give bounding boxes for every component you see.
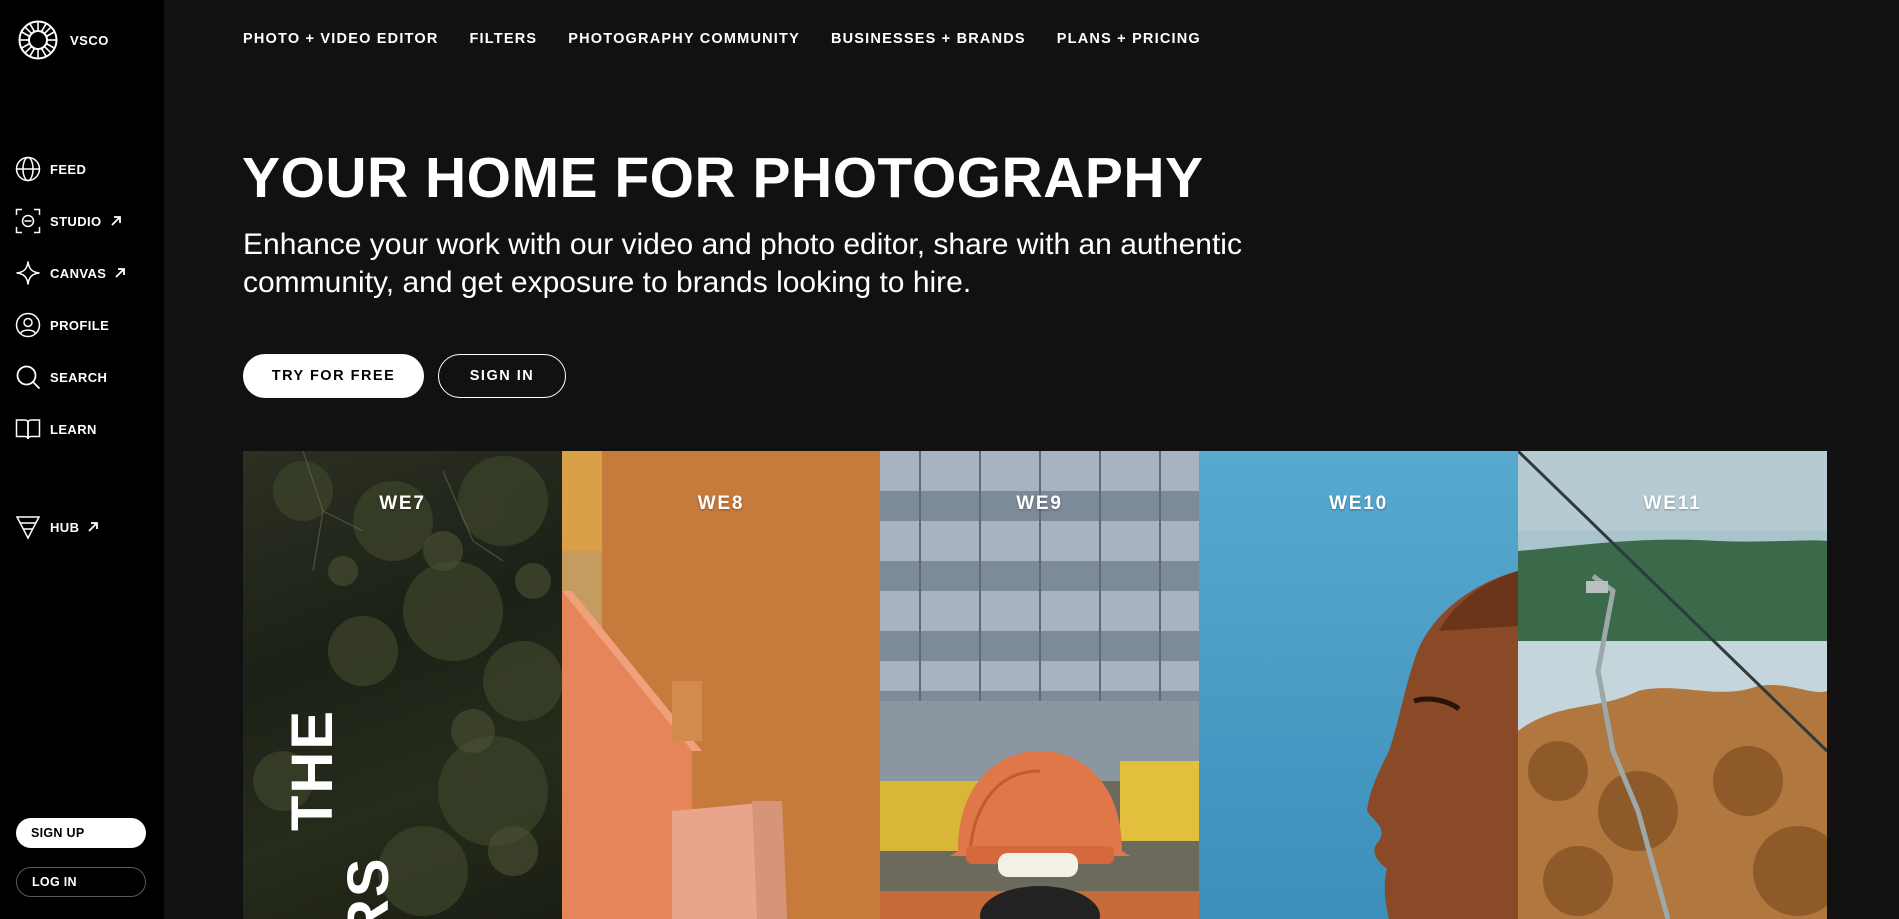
sidebar-item-label: SEARCH: [50, 369, 108, 385]
sidebar-item-label: HUB: [50, 519, 80, 535]
globe-icon: [14, 155, 42, 183]
sign-in-button[interactable]: SIGN IN: [438, 354, 566, 398]
book-icon: [14, 415, 42, 443]
search-icon: [14, 363, 42, 391]
log-in-button[interactable]: LOG IN: [16, 867, 146, 897]
gallery-panel-we9[interactable]: WE9: [880, 451, 1199, 919]
sidebar-item-studio[interactable]: STUDIO: [14, 207, 122, 235]
panel-label: WE9: [1016, 493, 1063, 514]
sidebar-item-profile[interactable]: PROFILE: [14, 311, 109, 339]
photo-gallery: WE7 THE RS WE8 WE9 WE10 WE11: [243, 451, 1827, 919]
sidebar-item-label: CANVAS: [50, 265, 107, 281]
sidebar-item-label: FEED: [50, 161, 87, 177]
sidebar-item-label: STUDIO: [50, 213, 102, 229]
sidebar: VSCO FEED STUDIO CANVAS PROFILE SEARCH L…: [0, 0, 164, 919]
vertical-text-the: THE: [280, 709, 345, 831]
external-link-icon: [114, 267, 126, 279]
portrait-photo: [1199, 451, 1518, 919]
hero-subtitle: Enhance your work with our video and pho…: [243, 228, 1242, 299]
sign-up-button[interactable]: SIGN UP: [16, 818, 146, 848]
vsco-logo-icon: [18, 20, 58, 60]
construction-photo: [880, 451, 1199, 919]
gallery-panel-we7[interactable]: WE7 THE RS: [243, 451, 562, 919]
gallery-panel-we11[interactable]: WE11: [1518, 451, 1827, 919]
gallery-panel-we10[interactable]: WE10: [1199, 451, 1518, 919]
panel-label: WE7: [379, 493, 426, 514]
panel-label: WE10: [1329, 493, 1388, 514]
gallery-panel-we8[interactable]: WE8: [562, 451, 880, 919]
top-nav: PHOTO + VIDEO EDITOR FILTERS PHOTOGRAPHY…: [243, 31, 1232, 47]
lake-photo: [1518, 451, 1827, 919]
nav-link-plans-pricing[interactable]: PLANS + PRICING: [1057, 31, 1201, 47]
sidebar-item-label: LEARN: [50, 421, 97, 437]
vsco-logo[interactable]: VSCO: [18, 20, 109, 60]
hub-icon: [14, 513, 42, 541]
sidebar-item-learn[interactable]: LEARN: [14, 415, 97, 443]
sidebar-item-canvas[interactable]: CANVAS: [14, 259, 126, 287]
try-for-free-button[interactable]: TRY FOR FREE: [243, 354, 424, 398]
nav-link-filters[interactable]: FILTERS: [470, 31, 538, 47]
foliage-photo: [253, 451, 562, 916]
sidebar-item-label: PROFILE: [50, 317, 110, 333]
nav-link-photography-community[interactable]: PHOTOGRAPHY COMMUNITY: [568, 31, 800, 47]
vertical-text-rs: RS: [336, 856, 401, 919]
external-link-icon: [87, 521, 99, 533]
nav-link-photo-video-editor[interactable]: PHOTO + VIDEO EDITOR: [243, 31, 439, 47]
panel-label: WE8: [697, 493, 745, 514]
external-link-icon: [110, 215, 122, 227]
sidebar-item-search[interactable]: SEARCH: [14, 363, 107, 391]
sidebar-item-hub[interactable]: HUB: [14, 513, 99, 541]
panel-label: WE11: [1643, 493, 1702, 514]
brand-name: VSCO: [70, 32, 109, 48]
sparkle-icon: [14, 259, 42, 287]
nav-link-businesses-brands[interactable]: BUSINESSES + BRANDS: [831, 31, 1026, 47]
sidebar-item-feed[interactable]: FEED: [14, 155, 86, 183]
profile-icon: [14, 311, 42, 339]
stairs-photo: [562, 451, 880, 919]
hero-title: YOUR HOME FOR PHOTOGRAPHY: [242, 146, 1204, 210]
studio-icon: [14, 207, 42, 235]
